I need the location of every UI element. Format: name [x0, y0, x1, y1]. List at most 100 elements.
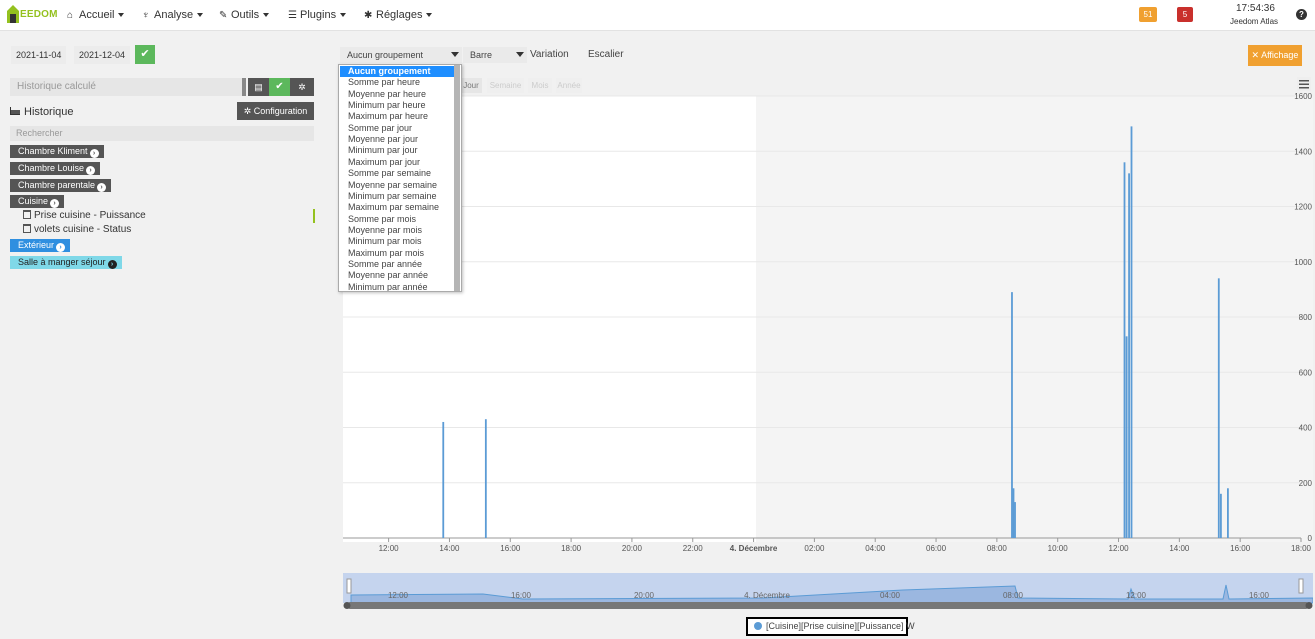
date-start-input[interactable]: 2021-11-04	[11, 46, 67, 64]
grouping-option[interactable]: Moyenne par mois	[340, 225, 455, 236]
grouping-option[interactable]: Somme par année	[340, 259, 455, 270]
grouping-select[interactable]: Aucun groupement	[340, 47, 462, 63]
object-chambre-kliment[interactable]: Chambre Kliment ›	[10, 145, 104, 158]
day-highlight-band	[756, 96, 1313, 542]
range-week-button[interactable]: Semaine	[487, 78, 524, 93]
search-input[interactable]: Rechercher	[10, 126, 314, 141]
scroll-left-arrow-icon[interactable]	[343, 602, 351, 609]
range-month-button[interactable]: Mois	[528, 78, 552, 93]
navigator-right-handle[interactable]	[1298, 578, 1304, 594]
x-tick-label: 18:00	[561, 544, 582, 553]
object-chambre-louise[interactable]: Chambre Louise ›	[10, 162, 101, 175]
jeedom-logo[interactable]: EEDOM	[6, 3, 57, 25]
chart-menu-button[interactable]	[1297, 77, 1311, 91]
object-label: Cuisine	[18, 196, 49, 206]
object-label: Extérieur	[18, 240, 55, 250]
grouping-option[interactable]: Maximum par semaine	[340, 202, 455, 213]
object-chambre-parentale[interactable]: Chambre parentale ›	[10, 179, 112, 192]
grouping-option[interactable]: Maximum par jour	[340, 157, 455, 168]
command-label: volets cuisine - Status	[34, 224, 132, 235]
navigator-tick-label: 20:00	[634, 591, 655, 600]
object-exterieur[interactable]: Extérieur ›	[10, 239, 71, 252]
grouping-option[interactable]: Minimum par heure	[340, 100, 455, 111]
list-icon: ☰	[288, 10, 297, 21]
grouping-option[interactable]: Moyenne par année	[340, 270, 455, 281]
trash-icon[interactable]	[23, 224, 31, 233]
navigator-left-handle[interactable]	[346, 578, 352, 594]
calculated-history-input[interactable]: Historique calculé	[10, 78, 244, 96]
display-button[interactable]: ✕ Affichage	[1248, 45, 1302, 66]
nav-accueil[interactable]: ⌂ Accueil	[67, 9, 125, 21]
object-label: Chambre parentale	[18, 180, 96, 190]
grouping-option[interactable]: Aucun groupement	[340, 66, 455, 77]
grouping-option[interactable]: Somme par heure	[340, 77, 455, 88]
grouping-dropdown-menu[interactable]: Aucun groupement Somme par heure Moyenne p…	[338, 64, 462, 292]
calc-list-button[interactable]: ▤	[248, 78, 269, 96]
object-cuisine[interactable]: Cuisine ›	[10, 195, 65, 208]
x-tick-label: 22:00	[683, 544, 704, 553]
legend-label: [Cuisine][Prise cuisine][Puissance] W	[766, 621, 915, 631]
grouping-option[interactable]: Somme par semaine	[340, 168, 455, 179]
calc-config-button[interactable]: ✲	[290, 78, 314, 96]
grouping-option[interactable]: Minimum par semaine	[340, 191, 455, 202]
x-tick-label: 12:00	[1109, 544, 1130, 553]
x-tick-label: 08:00	[987, 544, 1008, 553]
object-label: Chambre Louise	[18, 163, 85, 173]
nav-reglages[interactable]: ✱ Réglages	[364, 9, 433, 21]
command-prise-cuisine-puissance[interactable]: Prise cuisine - Puissance	[23, 210, 146, 221]
command-volets-cuisine-status[interactable]: volets cuisine - Status	[23, 224, 131, 235]
chart-navigator[interactable]: 12:00 16:00 20:00 4. Décembre 04:00 08:00 12:0…	[343, 573, 1313, 611]
configuration-label: Configuration	[253, 106, 308, 116]
alert-count-badge[interactable]: 5	[1177, 7, 1193, 22]
grouping-option[interactable]: Somme par mois	[340, 214, 455, 225]
nav-plugins[interactable]: ☰ Plugins	[288, 9, 347, 21]
arrow-right-icon: ›	[107, 260, 117, 269]
x-tick-label: 10:00	[1048, 544, 1069, 553]
chevron-down-icon	[197, 13, 204, 18]
display-label: Affichage	[1261, 50, 1299, 60]
house-logo-icon	[7, 5, 19, 23]
check-icon: ✔	[140, 48, 150, 60]
history-section-title: Historique	[10, 106, 74, 118]
navigator-scrollbar[interactable]	[347, 602, 1309, 609]
x-tick-label: 16:00	[1230, 544, 1251, 553]
grouping-option[interactable]: Minimum par mois	[340, 236, 455, 247]
nav-outils[interactable]: ✎ Outils	[219, 9, 270, 21]
grouping-option[interactable]: Minimum par jour	[340, 145, 455, 156]
chart-legend[interactable]: [Cuisine][Prise cuisine][Puissance] W	[746, 617, 915, 636]
stair-toggle[interactable]: Escalier	[588, 49, 624, 60]
range-year-button[interactable]: Année	[556, 78, 582, 93]
nav-outils-label: Outils	[231, 9, 260, 21]
configuration-button[interactable]: ✲ Configuration	[237, 102, 314, 120]
grouping-option[interactable]: Minimum par année	[340, 282, 455, 291]
validate-dates-button[interactable]: ✔	[135, 45, 155, 64]
date-end-input[interactable]: 2021-12-04	[74, 46, 131, 64]
arrow-right-icon: ›	[50, 199, 60, 208]
x-tick-label: 14:00	[1169, 544, 1190, 553]
grouping-option[interactable]: Moyenne par jour	[340, 134, 455, 145]
dropdown-scrollbar[interactable]	[454, 65, 460, 291]
navigator-tick-label: 16:00	[1249, 591, 1270, 600]
scroll-right-arrow-icon[interactable]	[1305, 602, 1313, 609]
logo-text: EEDOM	[20, 9, 58, 20]
calc-validate-button[interactable]: ✔	[269, 78, 290, 96]
wrench-icon: ✎	[219, 10, 228, 21]
nav-analyse[interactable]: ♆ Analyse	[142, 9, 204, 21]
x-tick-label: 02:00	[804, 544, 825, 553]
system-name: Jeedom Atlas	[1230, 17, 1279, 26]
grouping-option[interactable]: Somme par jour	[340, 123, 455, 134]
grouping-option[interactable]: Moyenne par semaine	[340, 180, 455, 191]
top-navbar: EEDOM ⌂ Accueil ♆ Analyse ✎ Outils ☰ Plugins…	[0, 0, 1315, 31]
message-count-badge[interactable]: 51	[1139, 7, 1157, 22]
object-salle-a-manger-sejour[interactable]: Salle à manger séjour ›	[10, 256, 122, 269]
range-day-button[interactable]: Jour	[460, 78, 482, 93]
help-icon[interactable]: ?	[1296, 9, 1307, 20]
grouping-option[interactable]: Maximum par mois	[340, 248, 455, 259]
variation-toggle[interactable]: Variation	[530, 49, 569, 60]
trash-icon[interactable]	[23, 210, 31, 219]
gears-icon: ✱	[364, 10, 373, 21]
grouping-option[interactable]: Maximum par heure	[340, 111, 455, 122]
grouping-option[interactable]: Moyenne par heure	[340, 89, 455, 100]
chevron-down-icon	[426, 13, 433, 18]
chart-type-select[interactable]: Barre	[463, 47, 527, 63]
